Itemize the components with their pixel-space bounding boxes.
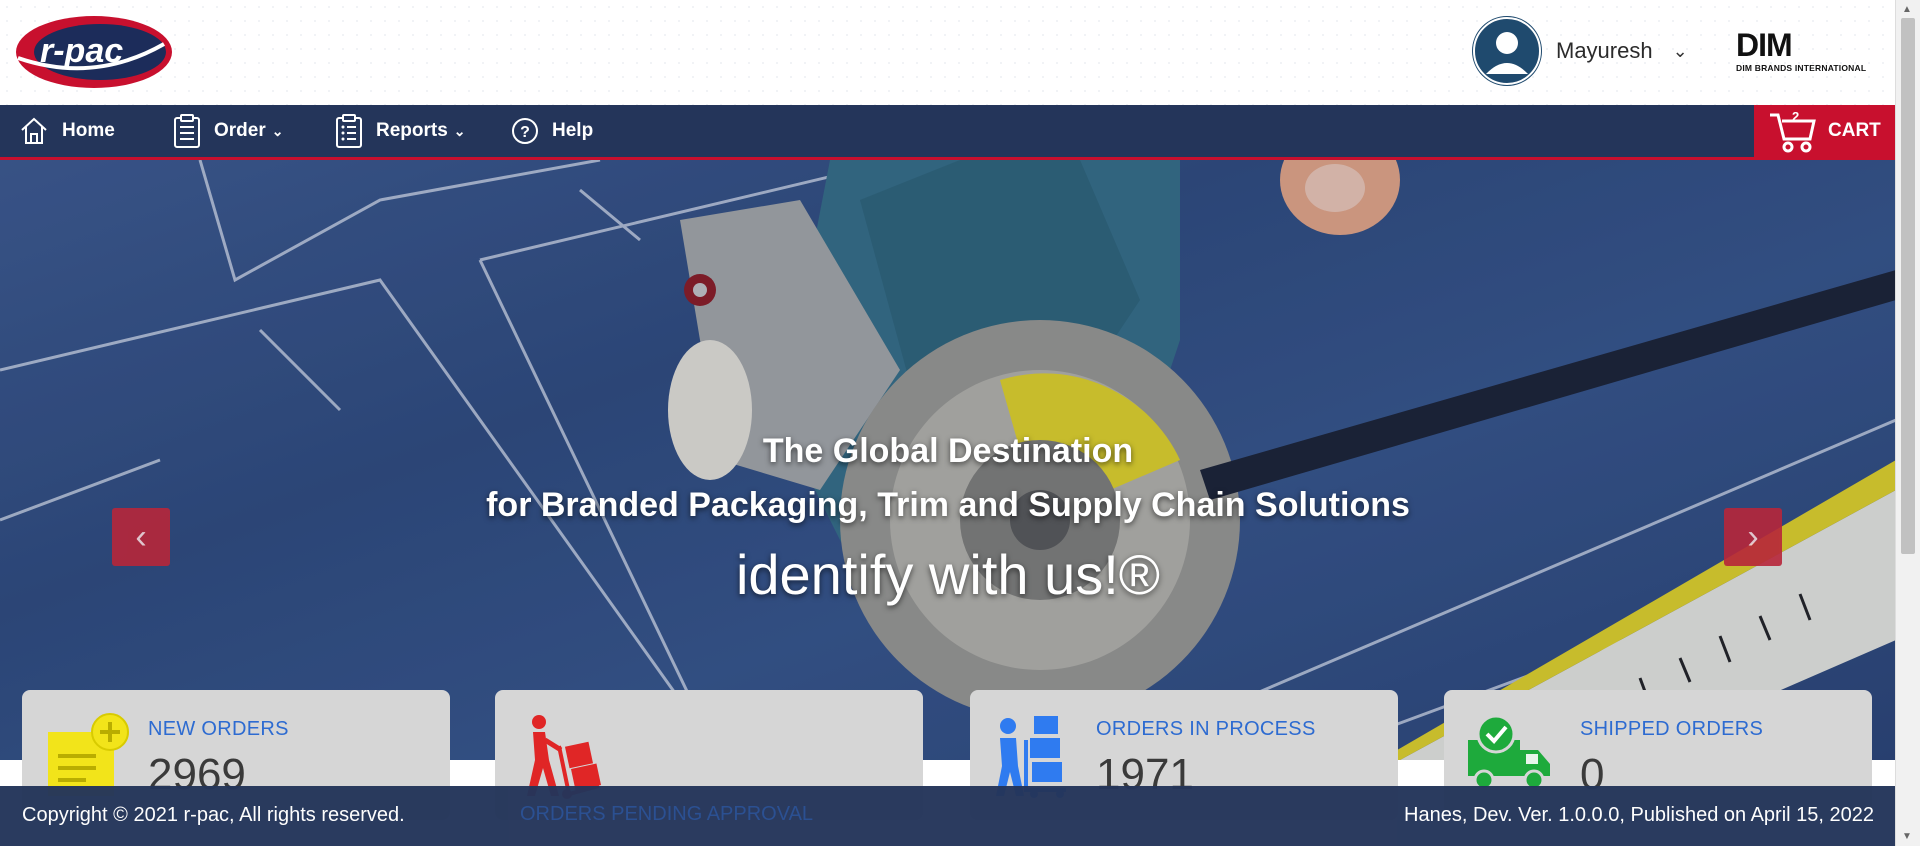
home-icon [21,117,47,144]
cart-count-badge: 2 [1792,109,1800,124]
footer-copyright: Copyright © 2021 r-pac, All rights reser… [22,804,405,826]
card-label: NEW ORDERS [148,718,289,740]
card-label-pending: ORDERS PENDING APPROVAL [520,803,814,825]
scroll-down-icon[interactable]: ▼ [1902,831,1912,842]
svg-text:?: ? [520,124,530,141]
carousel-prev-button[interactable]: ‹ [112,508,170,566]
hero-subheadline: for Branded Packaging, Trim and Supply C… [486,486,1410,524]
nav-help-label: Help [552,120,594,141]
report-clipboard-icon [336,114,362,148]
cart-label: CART [1828,120,1881,141]
nav-home-label: Home [62,120,115,141]
user-menu[interactable]: Mayuresh ⌄ [1472,16,1688,86]
footer: Copyright © 2021 r-pac, All rights reser… [0,786,1896,846]
brand-logo-small: DIM BRANDS INTERNATIONAL [1736,63,1867,73]
main-nav: Home Order ⌄ Reports ⌄ ? Help 2 CART [0,105,1896,160]
nav-reports-label: Reports [376,120,448,141]
nav-order-label: Order [214,120,266,141]
clipboard-icon [174,114,200,148]
brand-logo-big: DIM [1736,27,1793,63]
logo-text: r-pac [40,32,123,70]
scroll-up-icon[interactable]: ▲ [1902,4,1912,15]
user-name[interactable]: Mayuresh [1556,38,1653,64]
dim-brands-logo: DIM DIM BRANDS INTERNATIONAL [1736,27,1868,76]
footer-version: Hanes, Dev. Ver. 1.0.0.0, Published on A… [1404,804,1874,826]
nav-help[interactable]: ? Help [510,105,593,157]
hero-tagline: identify with us!® [735,543,1161,606]
chevron-down-icon: ⌄ [271,122,284,139]
rpac-logo[interactable]: r-pac [14,14,174,90]
chevron-down-icon[interactable]: ⌄ [1673,41,1688,62]
avatar-icon [1472,16,1542,86]
top-header: r-pac Mayuresh ⌄ DIM DIM BRANDS INTERNAT… [0,0,1896,105]
cart-button[interactable]: 2 CART [1754,105,1896,157]
nav-home[interactable]: Home [18,105,115,157]
chevron-right-icon: › [1747,517,1759,556]
card-label: SHIPPED ORDERS [1580,718,1764,740]
card-label: ORDERS IN PROCESS [1096,718,1316,740]
cart-icon: 2 [1768,109,1818,153]
nav-reports[interactable]: Reports ⌄ [334,105,466,157]
nav-order[interactable]: Order ⌄ [172,105,283,157]
page-scrollbar[interactable]: ▲ ▼ [1895,0,1920,846]
chevron-down-icon: ⌄ [453,122,466,139]
hero-headline: The Global Destination [762,432,1134,470]
hero-carousel: The Global Destination for Branded Packa… [0,160,1896,760]
carousel-next-button[interactable]: › [1724,508,1782,566]
scrollbar-thumb[interactable] [1901,18,1915,554]
chevron-left-icon: ‹ [135,517,147,556]
help-circle-icon: ? [512,118,538,144]
